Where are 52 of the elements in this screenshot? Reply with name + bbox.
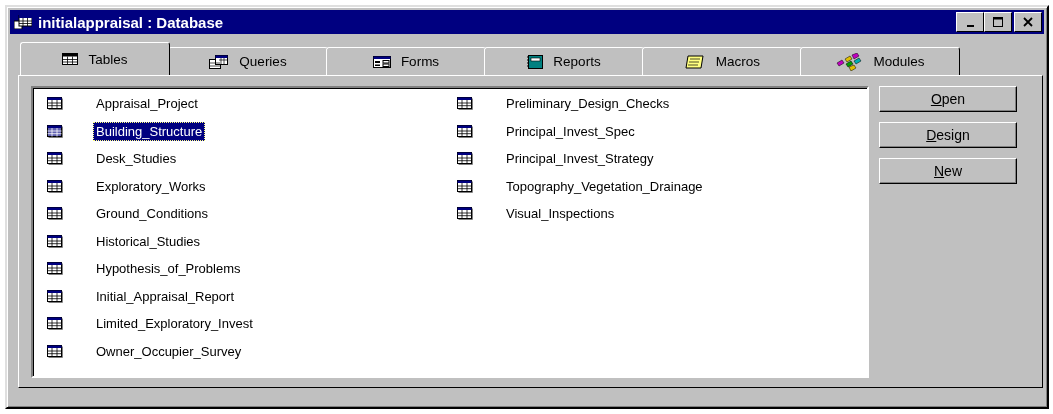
close-icon bbox=[1022, 17, 1034, 27]
maximize-icon bbox=[992, 17, 1004, 27]
form-icon bbox=[372, 55, 391, 68]
table-name[interactable]: Ground_Conditions bbox=[93, 204, 212, 224]
window-title: initialappraisal : Database bbox=[38, 13, 224, 31]
table-icon bbox=[47, 317, 63, 331]
notebook-icon bbox=[527, 54, 544, 69]
table-name[interactable]: Historical_Studies bbox=[93, 231, 204, 251]
query-icon bbox=[209, 54, 230, 69]
table-icon bbox=[457, 97, 473, 111]
table-name[interactable]: Principal_Invest_Strategy bbox=[503, 149, 657, 169]
tab[interactable]: Modules bbox=[800, 47, 960, 75]
modules-icon bbox=[835, 52, 864, 71]
tab[interactable]: Forms bbox=[326, 47, 486, 75]
table-icon bbox=[47, 289, 63, 303]
table-icon bbox=[47, 179, 63, 193]
action-button[interactable]: Open bbox=[879, 86, 1017, 112]
table-icon bbox=[47, 234, 63, 248]
table-name[interactable]: Preliminary_Design_Checks bbox=[503, 94, 673, 114]
table-name[interactable]: Visual_Inspections bbox=[503, 204, 618, 224]
action-button[interactable]: Design bbox=[879, 122, 1017, 148]
table-icon bbox=[47, 97, 63, 111]
table-name[interactable]: Hypothesis_of_Problems bbox=[93, 259, 244, 279]
table-icon bbox=[47, 152, 63, 166]
database-icon bbox=[14, 15, 32, 29]
table-icon bbox=[47, 344, 63, 358]
minimize-button[interactable] bbox=[956, 12, 984, 32]
table-icon bbox=[457, 179, 473, 193]
table-icon bbox=[47, 262, 63, 276]
table-icon bbox=[47, 207, 63, 221]
tab[interactable]: Macros bbox=[642, 47, 802, 75]
table-name[interactable]: Initial_Appraisal_Report bbox=[93, 286, 238, 306]
table-icon bbox=[62, 53, 79, 65]
table-name[interactable]: Principal_Invest_Spec bbox=[503, 121, 638, 141]
table-name[interactable]: Appraisal_Project bbox=[93, 94, 201, 114]
table-name[interactable]: Exploratory_Works bbox=[93, 176, 209, 196]
scroll-icon bbox=[683, 54, 706, 69]
table-icon bbox=[457, 152, 473, 166]
table-name[interactable]: Desk_Studies bbox=[93, 149, 180, 169]
table-name[interactable]: Building_Structure bbox=[93, 121, 206, 141]
table-icon bbox=[47, 124, 63, 138]
action-button[interactable]: New bbox=[879, 158, 1017, 184]
table-name[interactable]: Topography_Vegetation_Drainage bbox=[503, 176, 706, 196]
close-button[interactable] bbox=[1014, 12, 1042, 32]
maximize-button[interactable] bbox=[984, 12, 1012, 32]
table-icon bbox=[457, 124, 473, 138]
tab[interactable]: Tables bbox=[20, 42, 170, 75]
table-icon bbox=[457, 207, 473, 221]
table-name[interactable]: Limited_Exploratory_Invest bbox=[93, 314, 256, 334]
table-name[interactable]: Owner_Occupier_Survey bbox=[93, 341, 245, 361]
minimize-icon bbox=[966, 25, 974, 27]
tab[interactable]: Reports bbox=[484, 47, 644, 75]
